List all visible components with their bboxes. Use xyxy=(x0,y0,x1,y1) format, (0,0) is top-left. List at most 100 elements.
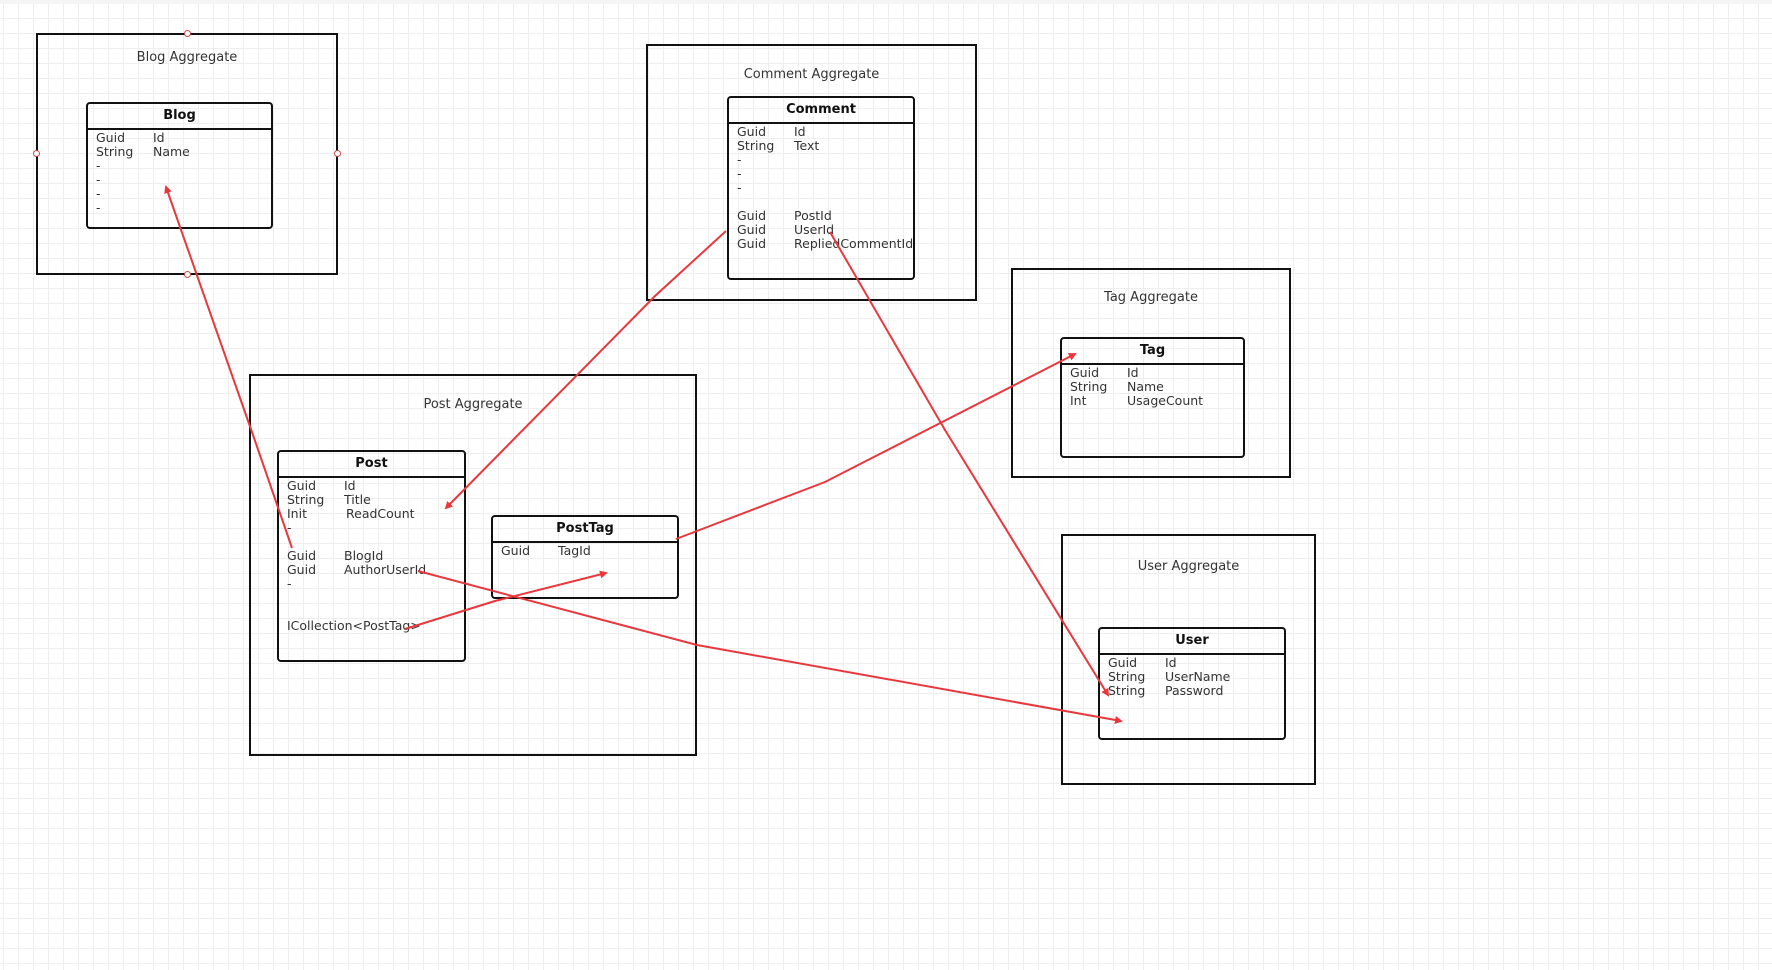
field-type: ICollection<PostTag> xyxy=(287,618,421,633)
field-name: TagId xyxy=(558,543,591,558)
field-type: - xyxy=(96,158,101,173)
user-entity-fields: Guid Id String UserName String Password xyxy=(1100,655,1284,698)
field-row: - xyxy=(96,173,271,187)
posttag-entity-name: PostTag xyxy=(493,517,677,543)
field-row: String Name xyxy=(96,145,271,159)
selection-handle-right[interactable] xyxy=(334,150,341,157)
canvas-top-strip xyxy=(0,0,1772,4)
field-type: Guid xyxy=(96,130,126,145)
field-name: Title xyxy=(344,492,371,507)
field-name: UserName xyxy=(1165,669,1231,684)
field-type: Guid xyxy=(1108,655,1138,670)
field-row: Guid PostId xyxy=(737,209,913,223)
field-name: Id xyxy=(794,124,806,139)
post-aggregate-title: Post Aggregate xyxy=(423,397,523,412)
field-type: Int xyxy=(1070,393,1087,408)
field-type: Guid xyxy=(737,124,767,139)
user-aggregate[interactable]: User Aggregate User Guid Id String UserNam… xyxy=(1061,534,1316,785)
user-entity[interactable]: User Guid Id String UserName String Passwor… xyxy=(1098,627,1286,740)
field-type: - xyxy=(96,186,101,201)
tag-aggregate[interactable]: Tag Aggregate Tag Guid Id String Name Int U… xyxy=(1011,268,1291,478)
field-type: String xyxy=(96,144,134,159)
field-name: AuthorUserId xyxy=(344,562,427,577)
tag-entity-fields: Guid Id String Name Int UsageCount xyxy=(1062,365,1243,408)
blog-aggregate[interactable]: Blog Aggregate Blog Guid Id String Name - … xyxy=(36,33,338,275)
comment-entity-name: Comment xyxy=(729,98,913,124)
field-row: Guid TagId xyxy=(501,544,677,558)
field-row: Guid BlogId xyxy=(287,549,464,563)
selection-handle-top[interactable] xyxy=(184,30,191,37)
tag-entity-name: Tag xyxy=(1062,339,1243,365)
field-row: String Text xyxy=(737,139,913,153)
field-name: BlogId xyxy=(344,548,384,563)
field-row: Guid Id xyxy=(287,479,464,493)
field-row: Guid Id xyxy=(96,131,271,145)
field-name: UsageCount xyxy=(1127,393,1204,408)
field-row: Guid Id xyxy=(1070,366,1243,380)
field-type: Guid xyxy=(737,236,767,251)
posttag-entity[interactable]: PostTag Guid TagId xyxy=(491,515,679,599)
field-row: Guid AuthorUserId xyxy=(287,563,464,577)
tag-entity[interactable]: Tag Guid Id String Name Int UsageCount xyxy=(1060,337,1245,458)
field-type: - xyxy=(96,200,101,215)
comment-aggregate-title: Comment Aggregate xyxy=(743,67,880,82)
field-row: Guid RepliedCommentId xyxy=(737,237,913,251)
comment-aggregate[interactable]: Comment Aggregate Comment Guid Id String T… xyxy=(646,44,977,301)
field-name: Id xyxy=(153,130,165,145)
blog-aggregate-title: Blog Aggregate xyxy=(136,50,238,65)
field-name: Text xyxy=(794,138,820,153)
blog-entity-fields: Guid Id String Name - - - - xyxy=(88,130,271,215)
field-row: ICollection<PostTag> xyxy=(287,619,464,633)
field-name: Id xyxy=(344,478,356,493)
field-row: String UserName xyxy=(1108,670,1284,684)
field-type: String xyxy=(737,138,775,153)
selection-handle-left[interactable] xyxy=(33,150,40,157)
field-name: Name xyxy=(1127,379,1164,394)
field-type: Guid xyxy=(287,562,317,577)
posttag-entity-fields: Guid TagId xyxy=(493,543,677,558)
field-type: Guid xyxy=(287,548,317,563)
field-row: Guid UserId xyxy=(737,223,913,237)
field-type: Guid xyxy=(501,543,531,558)
field-row: Guid Id xyxy=(1108,656,1284,670)
field-name: RepliedCommentId xyxy=(794,236,914,251)
field-row: String Name xyxy=(1070,380,1243,394)
field-row-spacer xyxy=(287,535,464,549)
field-name: UserId xyxy=(794,222,835,237)
field-row: - xyxy=(287,521,464,535)
field-type: - xyxy=(737,180,742,195)
field-row: Int UsageCount xyxy=(1070,394,1243,408)
field-type: Init xyxy=(287,506,307,521)
field-type: Guid xyxy=(287,478,317,493)
field-name: Password xyxy=(1165,683,1224,698)
field-name: PostId xyxy=(794,208,832,223)
field-name: ReadCount xyxy=(346,506,415,521)
blog-entity-name: Blog xyxy=(88,104,271,130)
field-row: - xyxy=(737,181,913,195)
field-name: Id xyxy=(1165,655,1177,670)
field-name: Id xyxy=(1127,365,1139,380)
field-type: - xyxy=(737,166,742,181)
field-row-spacer xyxy=(737,195,913,209)
field-type: Guid xyxy=(737,208,767,223)
field-type: Guid xyxy=(1070,365,1100,380)
field-row: - xyxy=(96,159,271,173)
post-entity-fields: Guid Id String Title Init ReadCount - Guid B… xyxy=(279,478,464,633)
field-row: String Title xyxy=(287,493,464,507)
user-entity-name: User xyxy=(1100,629,1284,655)
field-type: - xyxy=(287,576,292,591)
field-row: String Password xyxy=(1108,684,1284,698)
field-type: String xyxy=(287,492,325,507)
post-entity[interactable]: Post Guid Id String Title Init ReadCount - … xyxy=(277,450,466,662)
post-aggregate[interactable]: Post Aggregate Post Guid Id String Title I… xyxy=(249,374,697,756)
field-type: Guid xyxy=(737,222,767,237)
field-row: - xyxy=(96,201,271,215)
field-type: String xyxy=(1070,379,1108,394)
comment-entity[interactable]: Comment Guid Id String Text - - - Guid Post… xyxy=(727,96,915,280)
field-type: String xyxy=(1108,683,1146,698)
blog-entity[interactable]: Blog Guid Id String Name - - - - xyxy=(86,102,273,229)
field-type: - xyxy=(287,520,292,535)
selection-handle-bottom[interactable] xyxy=(184,271,191,278)
field-row: Init ReadCount xyxy=(287,507,464,521)
field-type: - xyxy=(737,152,742,167)
